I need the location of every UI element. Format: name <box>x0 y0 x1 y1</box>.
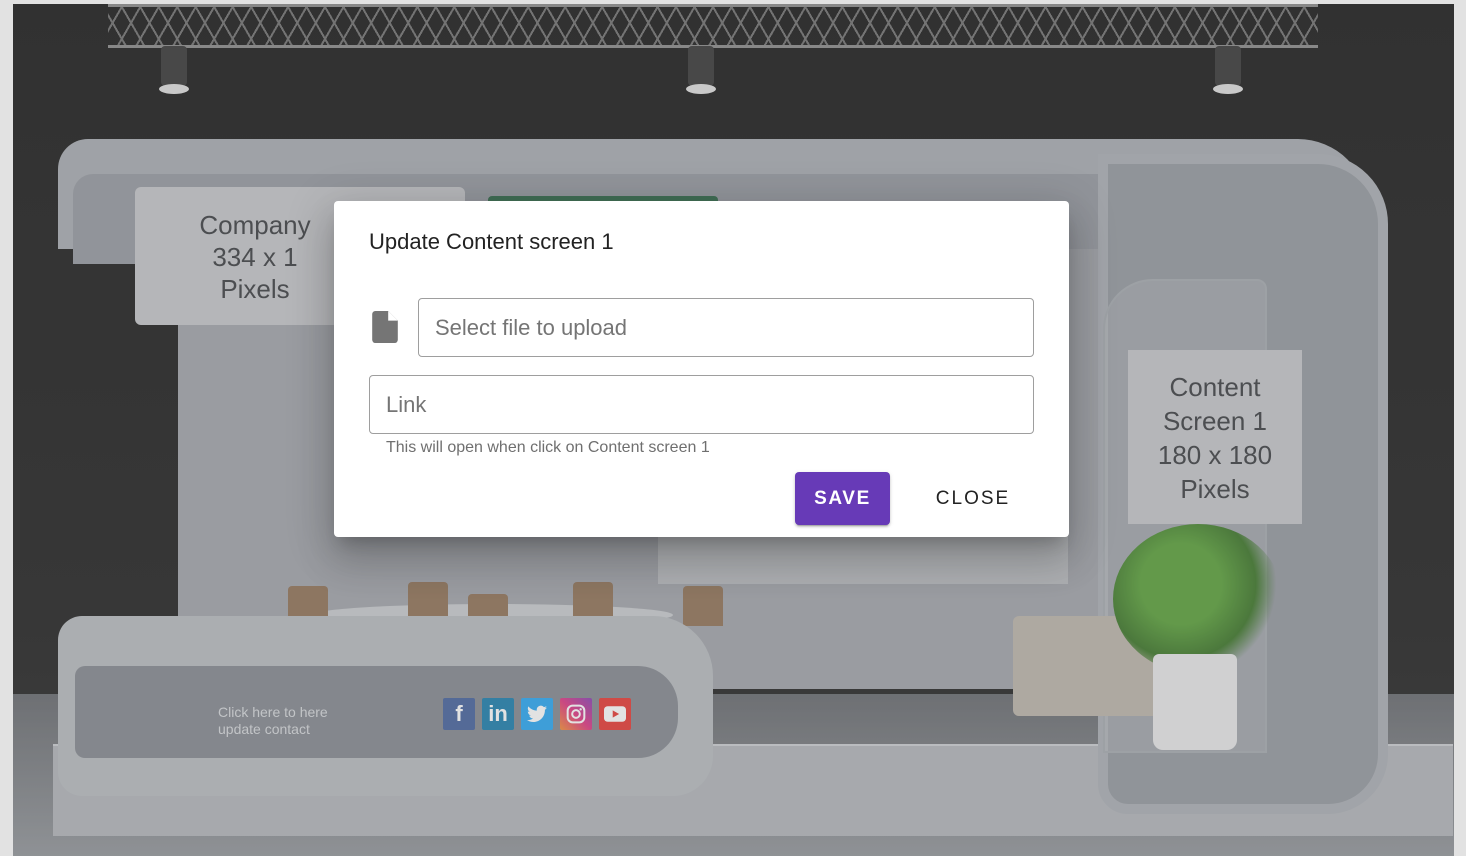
update-content-dialog: Update Content screen 1 This will open w… <box>334 201 1069 537</box>
dialog-title: Update Content screen 1 <box>369 229 614 254</box>
link-hint-text: This will open when click on Content scr… <box>386 439 710 456</box>
file-upload-input[interactable] <box>418 298 1034 357</box>
close-button[interactable]: CLOSE <box>918 472 1028 525</box>
save-button[interactable]: SAVE <box>795 472 890 525</box>
file-icon <box>372 311 398 343</box>
link-input[interactable] <box>369 375 1034 434</box>
